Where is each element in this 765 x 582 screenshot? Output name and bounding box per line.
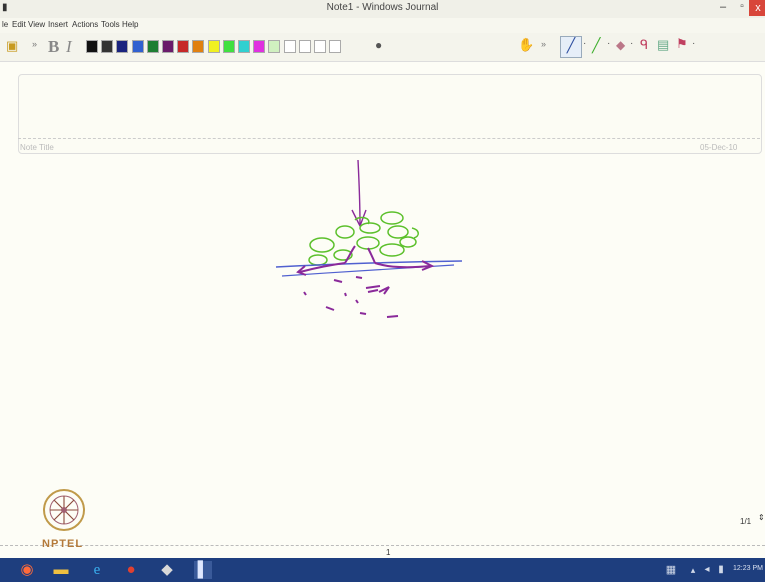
pen-color-swatch[interactable] <box>116 40 129 53</box>
pen-color-swatch[interactable] <box>283 40 296 53</box>
flag-dropdown-icon[interactable]: · <box>692 38 695 49</box>
windows-journal-task-icon[interactable]: ▌ <box>194 561 212 579</box>
pan-hand-icon[interactable]: ✋ <box>518 37 534 53</box>
file-explorer-icon[interactable]: ▬ <box>52 561 70 579</box>
bold-button[interactable]: B <box>48 37 59 57</box>
close-button[interactable]: x <box>749 0 765 16</box>
note-title-label: Note Title <box>20 143 54 152</box>
pen-dropdown-icon[interactable]: · <box>583 38 586 49</box>
title-bar: ▮ Note1 - Windows Journal – ▫ x <box>0 0 765 19</box>
color-picker-icon[interactable]: ● <box>375 38 382 52</box>
ink-canvas[interactable] <box>0 160 765 545</box>
pen-color-swatch[interactable] <box>253 40 266 53</box>
lasso-select-icon[interactable]: ᑫ <box>640 37 648 53</box>
ink-purple-strokes <box>296 245 435 318</box>
maximize-button[interactable]: ▫ <box>734 1 750 15</box>
pen-color-swatch[interactable] <box>329 40 342 53</box>
pen-color-swatch[interactable] <box>314 40 326 53</box>
ink-arrow-down <box>357 160 361 226</box>
journal-pen-icon[interactable]: ◆ <box>158 561 176 579</box>
network-icon[interactable]: ▮ <box>712 561 730 579</box>
pen-color-swatch[interactable] <box>192 40 205 53</box>
flag-icon[interactable]: ⚑ <box>676 36 688 52</box>
minimize-button[interactable]: – <box>712 1 734 15</box>
pen-color-swatch[interactable] <box>131 40 144 53</box>
nptel-logo-text: NPTEL <box>42 538 84 550</box>
pen-color-swatch[interactable] <box>146 40 159 53</box>
italic-button[interactable]: I <box>66 37 72 57</box>
highlighter-dropdown-icon[interactable]: · <box>607 38 610 49</box>
menu-bar: le Edit View Insert Actions Tools Help <box>0 18 765 33</box>
pen-color-swatch[interactable] <box>222 40 235 53</box>
pen-color-swatch[interactable] <box>238 40 250 53</box>
pen-color-swatch[interactable] <box>101 40 114 53</box>
overflow-icon[interactable]: » <box>32 39 37 49</box>
menu-view[interactable]: View <box>28 20 45 29</box>
note-title-area[interactable] <box>18 74 762 154</box>
menu-actions[interactable]: Actions <box>72 20 98 29</box>
pen-color-swatch[interactable] <box>177 40 190 53</box>
page-bottom-divider <box>0 545 765 546</box>
overflow-icon-2[interactable]: » <box>541 39 546 49</box>
title-divider <box>18 138 760 139</box>
menu-help[interactable]: Help <box>122 20 138 29</box>
toolbar: ▣ » B I ● ✋ » ╱ · ╱ · ◆ · ᑫ ▤ ⚑ · <box>0 33 765 62</box>
pen-color-swatch[interactable] <box>162 40 174 53</box>
start-button-icon[interactable]: ◉ <box>18 561 36 579</box>
note-date: 05-Dec-10 <box>700 143 738 152</box>
pen-color-swatch[interactable] <box>207 40 220 53</box>
highlighter-icon[interactable]: ╱ <box>592 37 600 54</box>
page-scroll-icon[interactable]: ⇕ <box>758 513 765 522</box>
page-number: 1 <box>386 548 391 557</box>
menu-edit[interactable]: Edit <box>12 20 26 29</box>
chrome-icon[interactable]: ● <box>122 561 140 579</box>
menu-tools[interactable]: Tools <box>101 20 120 29</box>
eraser-dropdown-icon[interactable]: · <box>630 38 633 49</box>
pen-icon[interactable]: ╱ <box>560 36 582 58</box>
menu-file[interactable]: le <box>2 20 8 29</box>
pen-color-swatch[interactable] <box>268 40 281 53</box>
insert-space-icon[interactable]: ▤ <box>657 37 669 53</box>
taskbar-clock[interactable]: 12:23 PM <box>733 565 763 572</box>
menu-insert[interactable]: Insert <box>48 20 68 29</box>
eraser-icon[interactable]: ◆ <box>616 38 625 52</box>
pen-color-swatch[interactable] <box>298 40 311 53</box>
window-title: Note1 - Windows Journal <box>326 2 439 13</box>
pen-color-swatch[interactable] <box>86 40 98 53</box>
internet-explorer-icon[interactable]: e <box>88 561 106 579</box>
page-counter: 1/1 <box>740 517 752 526</box>
keyboard-icon[interactable]: ▦ <box>662 561 680 579</box>
taskbar: ◉ ▬ e ● ◆ ▌ ▦ ▴ ◂ ▮ 12:23 PM <box>0 558 765 582</box>
ink-green-loops <box>308 211 419 266</box>
new-note-icon[interactable]: ▣ <box>6 38 18 54</box>
